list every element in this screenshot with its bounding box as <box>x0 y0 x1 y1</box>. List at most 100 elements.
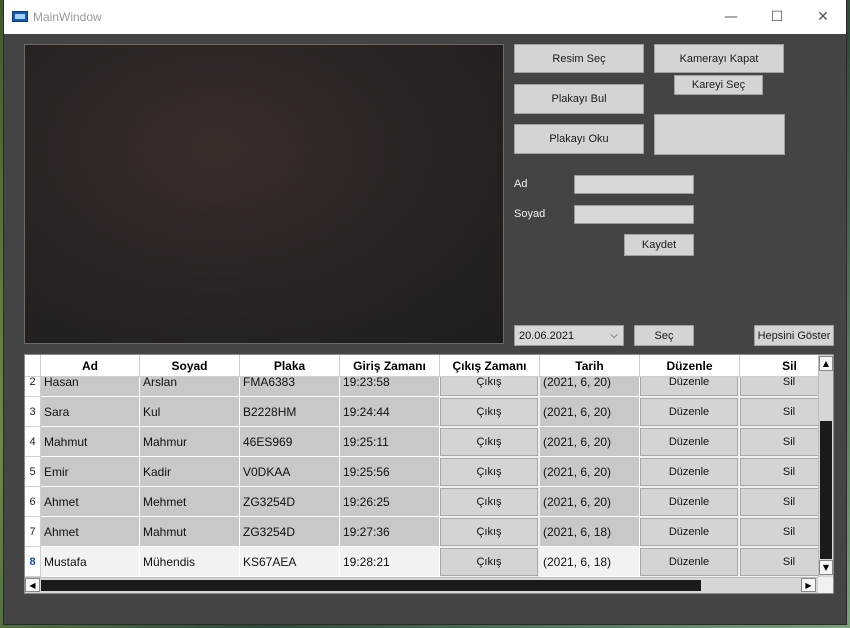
column-header-cikis[interactable]: Çıkış Zamanı <box>440 355 540 377</box>
cell-plaka[interactable]: V0DKAA <box>240 457 340 487</box>
table-row[interactable]: 4 Mahmut Mahmur 46ES969 19:25:11 Çıkış (… <box>25 427 818 457</box>
maximize-button[interactable]: ☐ <box>754 0 800 34</box>
cell-tarih[interactable]: (2021, 6, 20) <box>540 427 640 457</box>
cikis-button[interactable]: Çıkış <box>440 428 538 456</box>
cikis-button[interactable]: Çıkış <box>440 548 538 576</box>
column-header-tarih[interactable]: Tarih <box>540 355 640 377</box>
cell-ad[interactable]: Ahmet <box>41 517 140 547</box>
scroll-left-icon[interactable]: ◀ <box>25 578 40 592</box>
duzenle-button[interactable]: Düzenle <box>640 377 738 396</box>
cell-ad[interactable]: Hasan <box>41 377 140 397</box>
duzenle-button[interactable]: Düzenle <box>640 398 738 426</box>
vertical-scroll-thumb[interactable] <box>820 421 832 559</box>
plakayi-bul-button[interactable]: Plakayı Bul <box>514 84 644 114</box>
sil-button[interactable]: Sil <box>740 428 818 456</box>
horizontal-scroll-thumb[interactable] <box>41 580 701 591</box>
cell-plaka[interactable]: ZG3254D <box>240 487 340 517</box>
cell-soyad[interactable]: Kul <box>140 397 240 427</box>
table-row-selected[interactable]: 8 Mustafa Mühendis KS67AEA 19:28:21 Çıkı… <box>25 547 818 577</box>
cell-soyad[interactable]: Mahmur <box>140 427 240 457</box>
soyad-input[interactable] <box>574 205 694 224</box>
sec-button[interactable]: Seç <box>634 325 694 346</box>
cell-tarih[interactable]: (2021, 6, 18) <box>540 547 640 577</box>
table-row[interactable]: 5 Emir Kadir V0DKAA 19:25:56 Çıkış (2021… <box>25 457 818 487</box>
cell-tarih[interactable]: (2021, 6, 20) <box>540 377 640 397</box>
table-row[interactable]: 7 Ahmet Mahmut ZG3254D 19:27:36 Çıkış (2… <box>25 517 818 547</box>
sil-button[interactable]: Sil <box>740 458 818 486</box>
date-picker[interactable]: 20.06.2021 ⌵ <box>514 325 624 346</box>
cell-giris[interactable]: 19:26:25 <box>340 487 440 517</box>
row-header[interactable]: 4 <box>25 427 41 457</box>
duzenle-button[interactable]: Düzenle <box>640 518 738 546</box>
close-button[interactable]: ✕ <box>800 0 846 34</box>
cell-tarih[interactable]: (2021, 6, 20) <box>540 457 640 487</box>
table-row[interactable]: 3 Sara Kul B2228HM 19:24:44 Çıkış (2021,… <box>25 397 818 427</box>
row-header[interactable]: 8 <box>25 547 41 577</box>
cell-plaka[interactable]: FMA6383 <box>240 377 340 397</box>
sil-button[interactable]: Sil <box>740 518 818 546</box>
ad-input[interactable] <box>574 175 694 194</box>
plakayi-oku-button[interactable]: Plakayı Oku <box>514 124 644 154</box>
duzenle-button[interactable]: Düzenle <box>640 458 738 486</box>
cell-soyad[interactable]: Mehmet <box>140 487 240 517</box>
chevron-down-icon[interactable]: ⌵ <box>605 326 623 345</box>
cell-giris[interactable]: 19:27:36 <box>340 517 440 547</box>
cell-ad[interactable]: Emir <box>41 457 140 487</box>
cikis-button[interactable]: Çıkış <box>440 458 538 486</box>
scroll-up-icon[interactable]: ▲ <box>819 356 833 371</box>
cell-soyad[interactable]: Mahmut <box>140 517 240 547</box>
cell-plaka[interactable]: KS67AEA <box>240 547 340 577</box>
records-table[interactable]: Ad Soyad Plaka Giriş Zamanı Çıkış Zamanı… <box>24 354 834 594</box>
cikis-button[interactable]: Çıkış <box>440 518 538 546</box>
hepsini-goster-button[interactable]: Hepsini Göster <box>754 325 834 346</box>
cikis-button[interactable]: Çıkış <box>440 377 538 396</box>
cell-plaka[interactable]: ZG3254D <box>240 517 340 547</box>
duzenle-button[interactable]: Düzenle <box>640 428 738 456</box>
duzenle-button[interactable]: Düzenle <box>640 488 738 516</box>
cell-soyad[interactable]: Arslan <box>140 377 240 397</box>
cell-ad[interactable]: Sara <box>41 397 140 427</box>
row-header[interactable]: 7 <box>25 517 41 547</box>
horizontal-scrollbar[interactable]: ◀ ▶ <box>25 577 818 593</box>
cell-ad[interactable]: Ahmet <box>41 487 140 517</box>
cell-tarih[interactable]: (2021, 6, 20) <box>540 397 640 427</box>
cikis-button[interactable]: Çıkış <box>440 488 538 516</box>
cell-giris[interactable]: 19:28:21 <box>340 547 440 577</box>
duzenle-button[interactable]: Düzenle <box>640 548 738 576</box>
resim-sec-button[interactable]: Resim Seç <box>514 44 644 73</box>
sil-button[interactable]: Sil <box>740 548 818 576</box>
cell-plaka[interactable]: 46ES969 <box>240 427 340 457</box>
column-header-plaka[interactable]: Plaka <box>240 355 340 377</box>
cell-giris[interactable]: 19:23:58 <box>340 377 440 397</box>
table-row[interactable]: 2 Hasan Arslan FMA6383 19:23:58 Çıkış (2… <box>25 377 818 397</box>
cell-giris[interactable]: 19:25:11 <box>340 427 440 457</box>
kareyi-sec-button[interactable]: Kareyi Seç <box>674 75 763 95</box>
cikis-button[interactable]: Çıkış <box>440 398 538 426</box>
table-corner[interactable] <box>25 355 41 377</box>
row-header[interactable]: 6 <box>25 487 41 517</box>
cell-tarih[interactable]: (2021, 6, 20) <box>540 487 640 517</box>
column-header-duzenle[interactable]: Düzenle <box>640 355 740 377</box>
row-header[interactable]: 5 <box>25 457 41 487</box>
scroll-down-icon[interactable]: ▼ <box>819 560 833 575</box>
minimize-button[interactable]: — <box>708 0 754 34</box>
column-header-ad[interactable]: Ad <box>41 355 140 377</box>
scroll-right-icon[interactable]: ▶ <box>801 578 816 592</box>
cell-tarih[interactable]: (2021, 6, 18) <box>540 517 640 547</box>
column-header-soyad[interactable]: Soyad <box>140 355 240 377</box>
cell-giris[interactable]: 19:25:56 <box>340 457 440 487</box>
column-header-giris[interactable]: Giriş Zamanı <box>340 355 440 377</box>
cell-soyad[interactable]: Mühendis <box>140 547 240 577</box>
row-header[interactable]: 2 <box>25 377 41 397</box>
kaydet-button[interactable]: Kaydet <box>624 234 694 256</box>
cell-ad[interactable]: Mahmut <box>41 427 140 457</box>
sil-button[interactable]: Sil <box>740 488 818 516</box>
row-header[interactable]: 3 <box>25 397 41 427</box>
table-row[interactable]: 6 Ahmet Mehmet ZG3254D 19:26:25 Çıkış (2… <box>25 487 818 517</box>
sil-button[interactable]: Sil <box>740 398 818 426</box>
vertical-scrollbar[interactable]: ▲ ▼ <box>818 355 833 577</box>
cell-giris[interactable]: 19:24:44 <box>340 397 440 427</box>
cell-ad[interactable]: Mustafa <box>41 547 140 577</box>
kamerayi-kapat-button[interactable]: Kamerayı Kapat <box>654 44 784 73</box>
cell-plaka[interactable]: B2228HM <box>240 397 340 427</box>
